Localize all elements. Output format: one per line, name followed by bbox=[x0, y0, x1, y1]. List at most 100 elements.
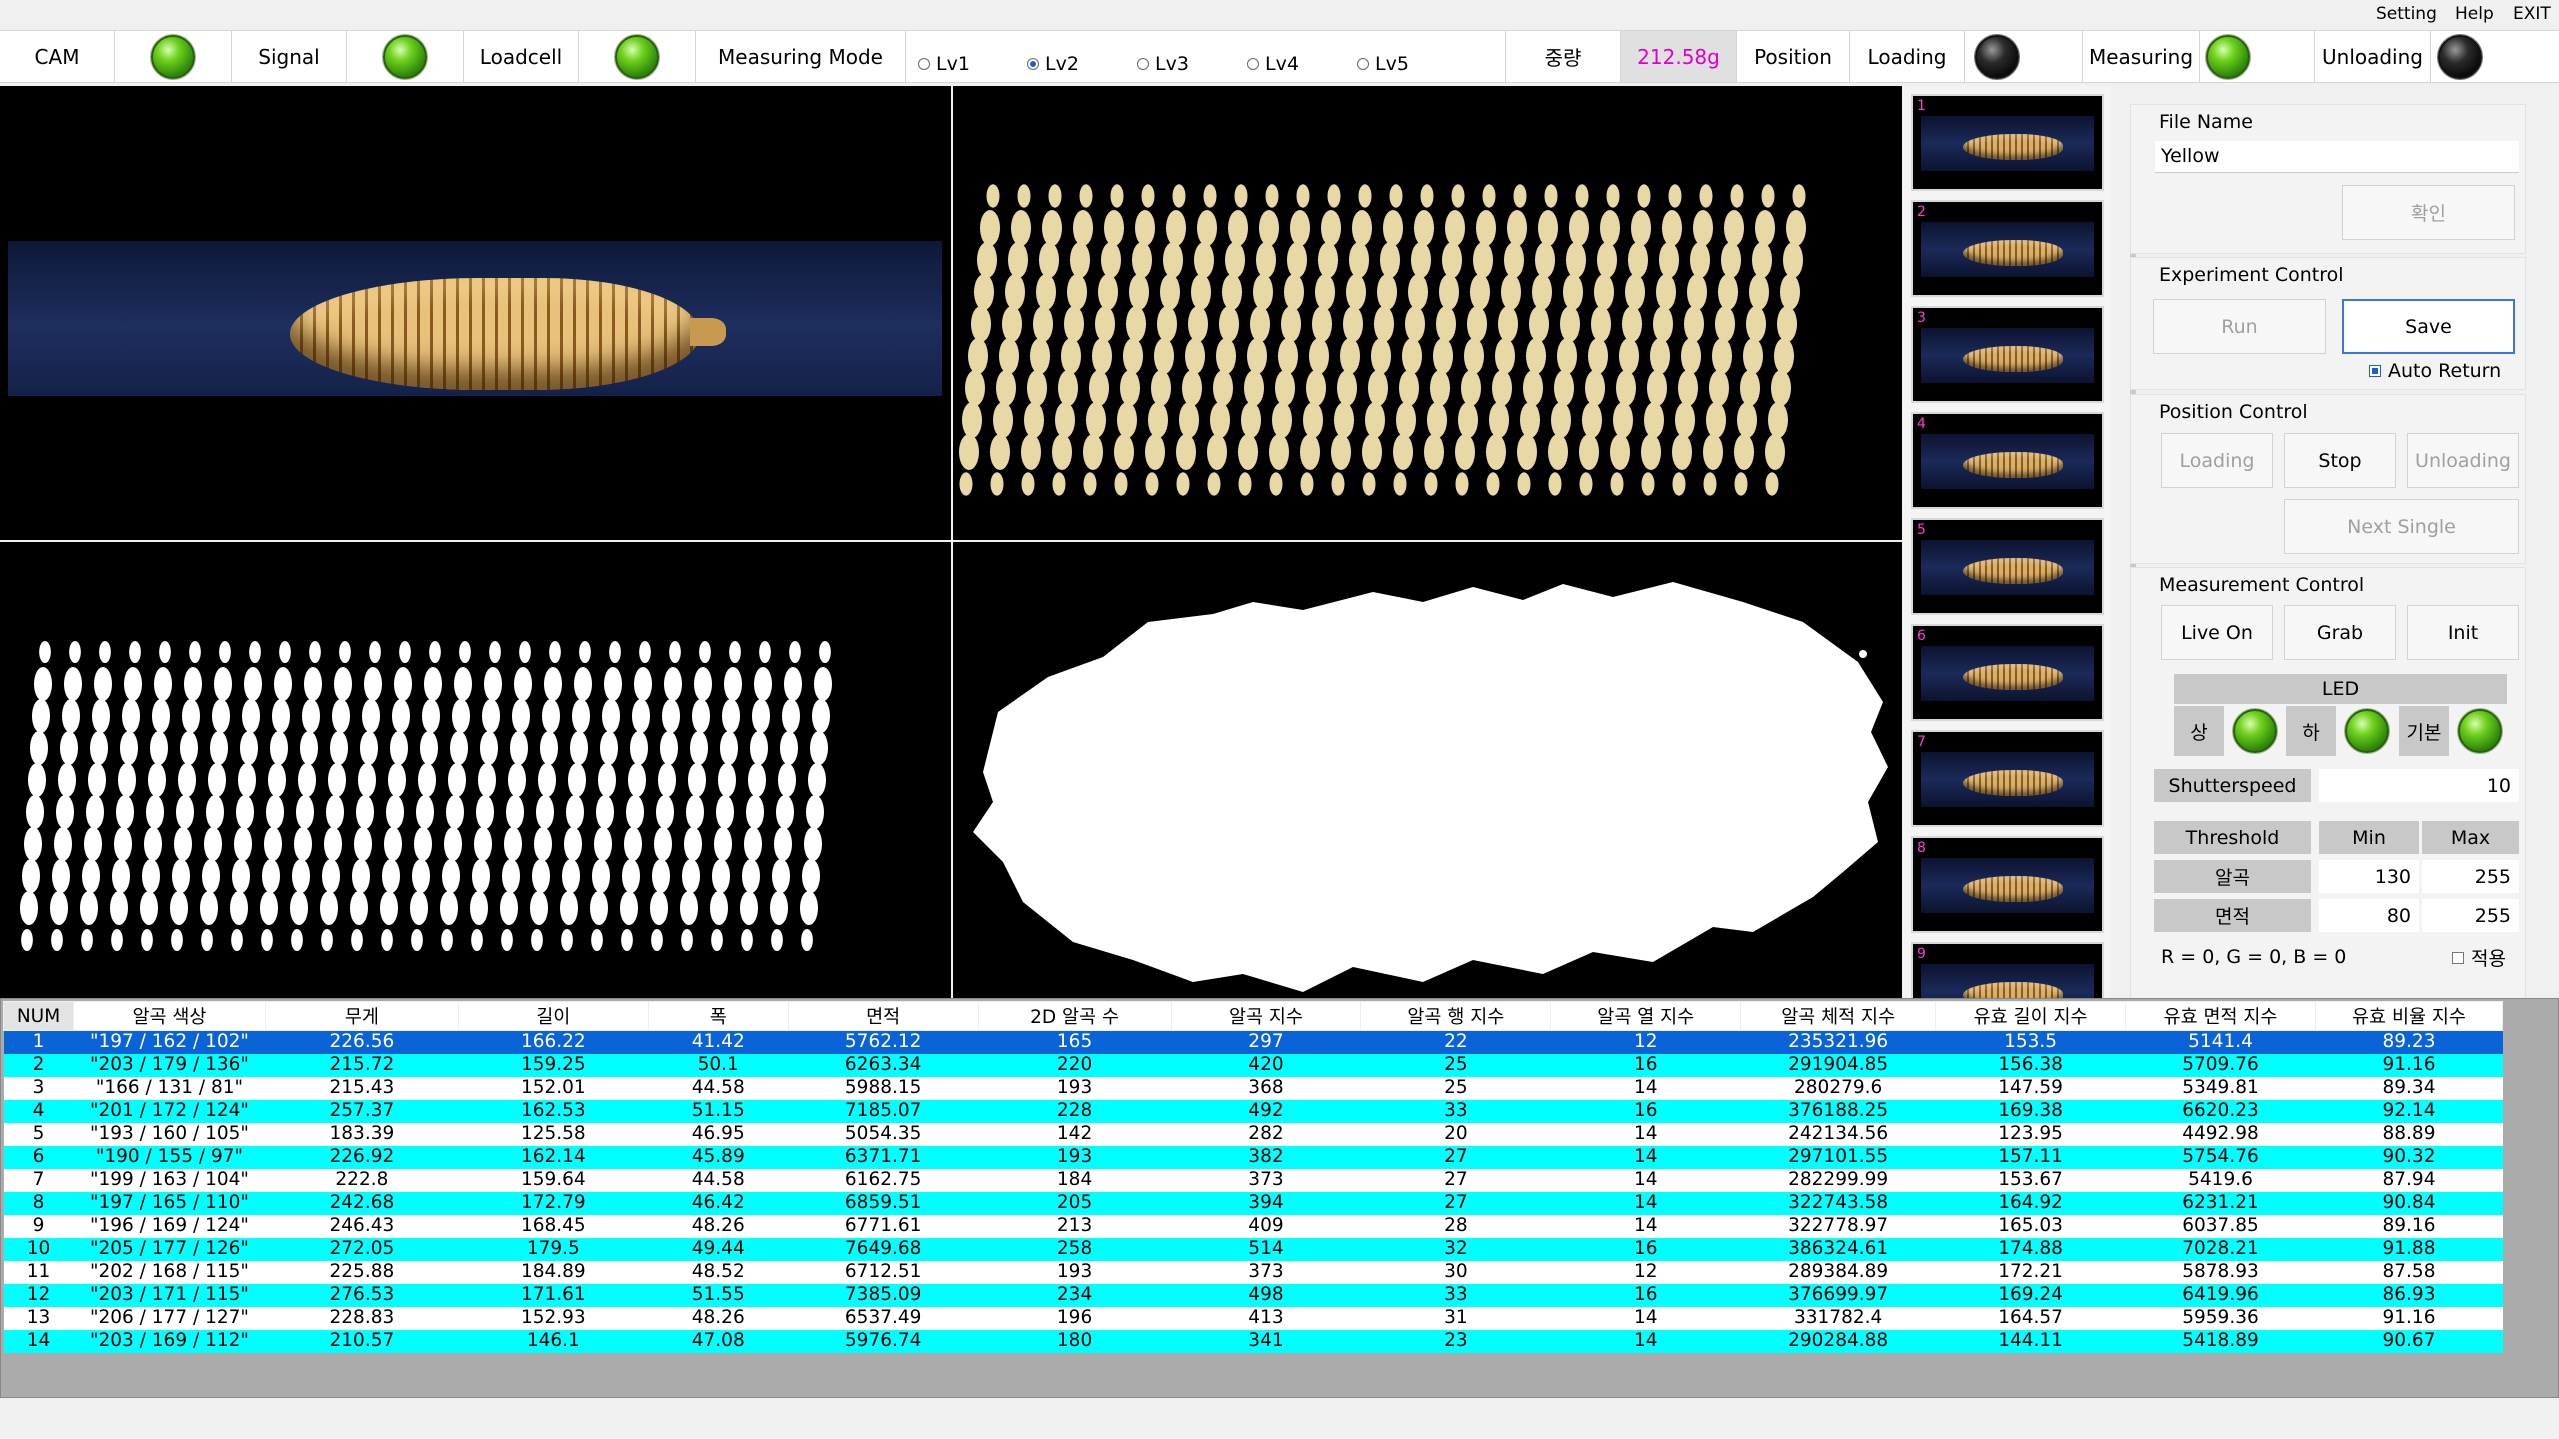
kernel-blob bbox=[470, 891, 488, 925]
table-row[interactable]: 8 "197 / 165 / 110" 242.68 172.79 46.42 6859.… bbox=[3, 1191, 2503, 1215]
table-cell: 291904.85 bbox=[1740, 1053, 1936, 1077]
thumbnail-item[interactable]: 6 bbox=[1911, 624, 2104, 721]
next-single-button[interactable]: Next Single bbox=[2284, 499, 2519, 554]
grain-min-input[interactable]: 130 bbox=[2319, 860, 2419, 893]
kernel-blob bbox=[688, 763, 706, 797]
area-max-input[interactable]: 255 bbox=[2422, 899, 2519, 932]
radio-lv2[interactable]: Lv2 bbox=[1027, 53, 1079, 75]
kernel-blob bbox=[472, 859, 490, 893]
thumbnail-item[interactable]: 1 bbox=[1911, 94, 2104, 191]
kernel-blob bbox=[531, 928, 543, 952]
table-row[interactable]: 14 "203 / 169 / 112" 210.57 146.1 47.08 5976.… bbox=[3, 1329, 2503, 1353]
area-min-input[interactable]: 80 bbox=[2319, 899, 2419, 932]
auto-return-checkbox[interactable]: Auto Return bbox=[2369, 360, 2501, 382]
table-row[interactable]: 5 "193 / 160 / 105" 183.39 125.58 46.95 5054.… bbox=[3, 1122, 2503, 1146]
thumbnail-item[interactable]: 4 bbox=[1911, 412, 2104, 509]
kernel-blob bbox=[1318, 242, 1338, 278]
kernel-blob bbox=[1501, 274, 1521, 310]
table-row[interactable]: 11 "202 / 168 / 115" 225.88 184.89 48.52 6712… bbox=[3, 1260, 2503, 1284]
thumbnail-item[interactable]: 8 bbox=[1911, 836, 2104, 933]
thumbnail-item[interactable]: 5 bbox=[1911, 518, 2104, 615]
column-header[interactable]: 알곡 행 지수 bbox=[1360, 1001, 1552, 1031]
apply-checkbox[interactable]: 적용 bbox=[2452, 944, 2506, 971]
table-cell: 14 bbox=[1550, 1076, 1741, 1100]
shutterspeed-input[interactable]: 10 bbox=[2319, 769, 2519, 802]
kernel-blob bbox=[354, 827, 372, 861]
kernel-blob bbox=[1383, 210, 1403, 246]
column-header[interactable]: 알곡 지수 bbox=[1170, 1001, 1362, 1031]
kernel-blob bbox=[990, 472, 1004, 496]
table-row[interactable]: 1 "197 / 162 / 102" 226.56 166.22 41.42 5762.… bbox=[3, 1030, 2503, 1054]
corn-stem-image bbox=[690, 318, 726, 346]
table-row[interactable]: 12 "203 / 171 / 115" 276.53 171.61 51.55 7385… bbox=[3, 1283, 2503, 1307]
column-header[interactable]: 폭 bbox=[647, 1001, 789, 1031]
radio-lv3[interactable]: Lv3 bbox=[1137, 53, 1189, 75]
confirm-button[interactable]: 확인 bbox=[2342, 185, 2515, 240]
column-header[interactable]: 무게 bbox=[264, 1001, 459, 1031]
kernel-blob bbox=[1188, 306, 1208, 342]
table-row[interactable]: 2 "203 / 179 / 136" 215.72 159.25 50.1 6263.3… bbox=[3, 1053, 2503, 1077]
grab-button[interactable]: Grab bbox=[2284, 605, 2396, 660]
save-button[interactable]: Save bbox=[2342, 299, 2515, 354]
run-button[interactable]: Run bbox=[2153, 299, 2326, 354]
level-radio-group: Lv1 Lv2 Lv3 Lv4 Lv5 bbox=[906, 31, 1506, 82]
thumbnail-item[interactable]: 7 bbox=[1911, 730, 2104, 827]
kernel-blob bbox=[1154, 338, 1174, 374]
table-row[interactable]: 9 "196 / 169 / 124" 246.43 168.45 48.26 6771.… bbox=[3, 1214, 2503, 1238]
table-row[interactable]: 7 "199 / 163 / 104" 222.8 159.64 44.58 6162.7… bbox=[3, 1168, 2503, 1192]
column-header[interactable]: 알곡 색상 bbox=[72, 1001, 266, 1031]
menu-exit[interactable]: EXIT bbox=[2513, 4, 2551, 24]
radio-selected-icon bbox=[1027, 58, 1039, 70]
column-header[interactable]: 면적 bbox=[787, 1001, 979, 1031]
column-header[interactable]: 알곡 열 지수 bbox=[1550, 1001, 1742, 1031]
table-cell: "202 / 168 / 115" bbox=[73, 1260, 266, 1284]
led-top-toggle[interactable] bbox=[2233, 709, 2277, 757]
table-cell: 373 bbox=[1171, 1168, 1361, 1192]
grain-max-input[interactable]: 255 bbox=[2422, 860, 2519, 893]
led-default-toggle[interactable] bbox=[2458, 709, 2502, 757]
menu-setting[interactable]: Setting bbox=[2376, 4, 2437, 24]
column-header[interactable]: 길이 bbox=[457, 1001, 649, 1031]
kernel-blob bbox=[506, 795, 524, 829]
table-row[interactable]: 13 "206 / 177 / 127" 228.83 152.93 48.26 6537… bbox=[3, 1306, 2503, 1330]
table-row[interactable]: 10 "205 / 177 / 126" 272.05 179.5 49.44 7649.… bbox=[3, 1237, 2503, 1261]
kernel-blob bbox=[1278, 338, 1298, 374]
table-cell: 27 bbox=[1360, 1191, 1551, 1215]
column-header[interactable]: 유효 길이 지수 bbox=[1935, 1001, 2127, 1031]
experiment-control-title: Experiment Control bbox=[2159, 264, 2344, 286]
stop-button[interactable]: Stop bbox=[2284, 433, 2396, 488]
table-cell: 14 bbox=[1550, 1145, 1741, 1169]
file-name-input[interactable]: Yellow bbox=[2155, 141, 2519, 173]
kernel-blob bbox=[1687, 274, 1707, 310]
column-header[interactable]: NUM bbox=[3, 1001, 74, 1031]
kernel-blob bbox=[1380, 242, 1400, 278]
kernel-blob bbox=[512, 699, 530, 733]
menu-help[interactable]: Help bbox=[2455, 4, 2494, 24]
kernel-blob bbox=[1163, 242, 1183, 278]
table-row[interactable]: 4 "201 / 172 / 124" 257.37 162.53 51.15 7185.… bbox=[3, 1099, 2503, 1123]
live-on-button[interactable]: Live On bbox=[2161, 605, 2273, 660]
kernel-blob bbox=[1234, 184, 1248, 208]
table-row[interactable]: 3 "166 / 131 / 81" 215.43 152.01 44.58 5988.1… bbox=[3, 1076, 2503, 1100]
thumbnail-item[interactable]: 9 bbox=[1911, 942, 2104, 998]
unloading-button[interactable]: Unloading bbox=[2407, 433, 2519, 488]
radio-lv4[interactable]: Lv4 bbox=[1247, 53, 1299, 75]
radio-lv1[interactable]: Lv1 bbox=[918, 53, 970, 75]
column-header[interactable]: 알곡 체적 지수 bbox=[1740, 1001, 1937, 1031]
kernel-blob bbox=[542, 699, 560, 733]
init-button[interactable]: Init bbox=[2407, 605, 2519, 660]
loading-button[interactable]: Loading bbox=[2161, 433, 2273, 488]
kernel-blob bbox=[1768, 402, 1788, 438]
radio-lv5[interactable]: Lv5 bbox=[1357, 53, 1409, 75]
column-header[interactable]: 2D 알곡 수 bbox=[977, 1001, 1172, 1031]
kernel-blob bbox=[1703, 472, 1717, 496]
thumbnail-item[interactable]: 3 bbox=[1911, 306, 2104, 403]
led-bottom-toggle[interactable] bbox=[2345, 709, 2389, 757]
table-row[interactable]: 6 "190 / 155 / 97" 226.92 162.14 45.89 6371.7… bbox=[3, 1145, 2503, 1169]
column-header[interactable]: 유효 면적 지수 bbox=[2125, 1001, 2316, 1031]
column-header[interactable]: 유효 비율 지수 bbox=[2314, 1001, 2504, 1031]
table-cell: 33 bbox=[1360, 1099, 1551, 1123]
thumbnail-item[interactable]: 2 bbox=[1911, 200, 2104, 297]
table-cell: 45.89 bbox=[648, 1145, 789, 1169]
measuring-indicator bbox=[2200, 31, 2315, 82]
